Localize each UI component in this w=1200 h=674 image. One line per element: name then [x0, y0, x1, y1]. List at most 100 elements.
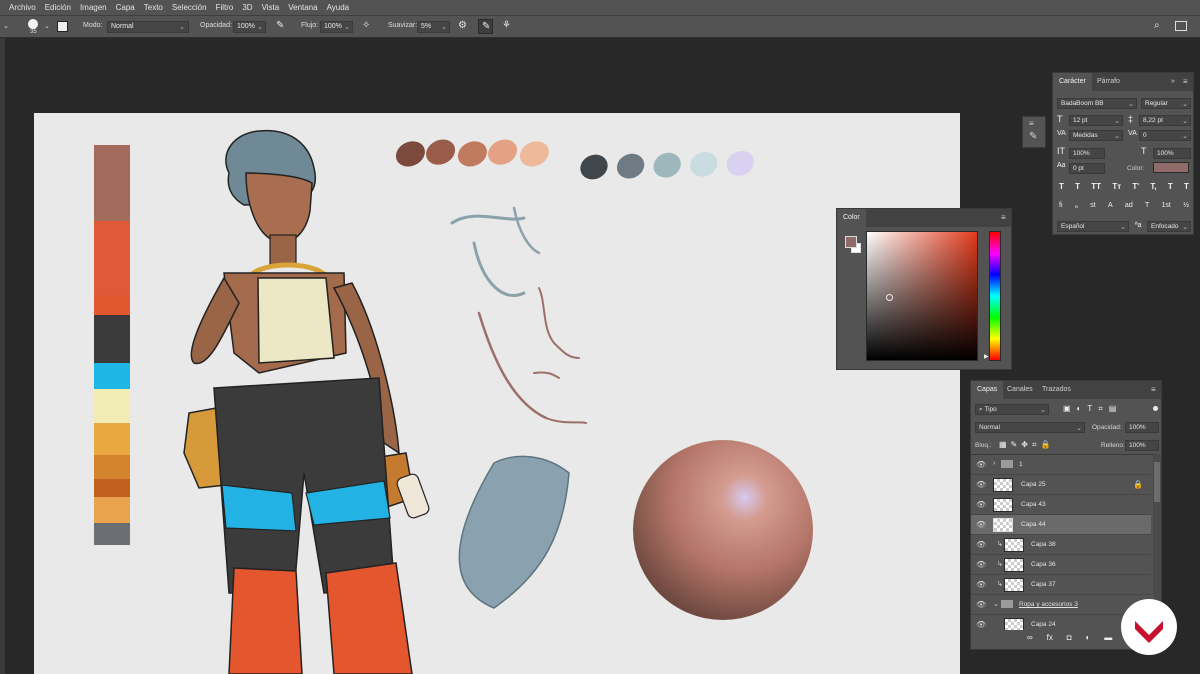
lock-icons[interactable]: ▦✎✥⌗🔒	[999, 440, 1054, 450]
menu-3d[interactable]: 3D	[242, 3, 252, 12]
font-style-select[interactable]: Regular ⌄	[1141, 98, 1191, 109]
panel-menu-icon-small[interactable]: ≡	[1029, 119, 1034, 128]
faux-bold-button[interactable]: T	[1059, 182, 1064, 191]
fx-icon[interactable]: fx	[1047, 633, 1053, 642]
faux-italic-button[interactable]: T	[1075, 182, 1080, 191]
search-icon[interactable]: ⌕	[1154, 20, 1160, 31]
saturation-brightness-field[interactable]	[866, 231, 978, 361]
brush-picker-chevron-icon[interactable]: ⌄	[44, 22, 50, 30]
menu-vista[interactable]: Vista	[262, 3, 280, 12]
tab-paths[interactable]: Trazados	[1036, 381, 1077, 399]
menu-capa[interactable]: Capa	[116, 3, 135, 12]
tracking-field[interactable]: 0 ⌄	[1139, 130, 1191, 141]
brush-settings-icon[interactable]: ✎	[1029, 131, 1037, 142]
adjustment-icon[interactable]: ◐	[1086, 633, 1091, 642]
strikethrough-button[interactable]: T	[1184, 182, 1189, 191]
layer-opacity-field[interactable]: 100%	[1125, 422, 1159, 433]
mask-icon[interactable]: ◘	[1067, 633, 1072, 642]
layer-row-selected[interactable]: 👁 Capa 44	[971, 515, 1151, 535]
symmetry-icon[interactable]: ⚘	[502, 20, 511, 31]
menu-texto[interactable]: Texto	[144, 3, 163, 12]
ligatures-button[interactable]: fi	[1059, 202, 1063, 210]
eye-icon[interactable]: 👁	[976, 580, 986, 589]
menu-ventana[interactable]: Ventana	[288, 3, 317, 12]
eye-icon[interactable]: 👁	[976, 480, 986, 489]
font-family-select[interactable]: BadaBoom BB ⌄	[1057, 98, 1137, 109]
gear-icon[interactable]: ⚙	[458, 20, 467, 31]
alternates-button[interactable]: ℴ	[1075, 202, 1078, 210]
ordinals-button[interactable]: 1st	[1162, 202, 1171, 210]
small-caps-button[interactable]: Tт	[1112, 182, 1121, 191]
layer-filter-icons[interactable]: ▣◐T⌗▤	[1063, 404, 1122, 414]
brush-preview-icon[interactable]	[28, 19, 38, 29]
flow-field[interactable]: 100% ⌄	[320, 21, 353, 33]
layers-scrollbar-thumb[interactable]	[1154, 462, 1160, 502]
kerning-field[interactable]: Medidas ⌄	[1069, 130, 1123, 141]
menu-seleccion[interactable]: Selección	[172, 3, 207, 12]
layers-panel-menu-icon[interactable]: ≡	[1151, 385, 1156, 394]
workspace-icon[interactable]	[1175, 21, 1187, 31]
eye-icon[interactable]: 👁	[976, 540, 986, 549]
expand-chevron-icon[interactable]: ›	[993, 460, 995, 467]
layer-row[interactable]: 👁 ↳ Capa 38	[971, 535, 1151, 555]
menu-filtro[interactable]: Filtro	[216, 3, 234, 12]
layer-row[interactable]: 👁 Capa 25 🔒	[971, 475, 1151, 495]
hue-slider[interactable]	[989, 231, 1001, 361]
layer-row[interactable]: 👁 ↳ Capa 36	[971, 555, 1151, 575]
layer-row[interactable]: 👁 Capa 43	[971, 495, 1151, 515]
fill-field[interactable]: 100%	[1125, 440, 1159, 451]
tab-layers[interactable]: Capas	[971, 381, 1004, 399]
menu-ayuda[interactable]: Ayuda	[327, 3, 350, 12]
opacity-field[interactable]: 100% ⌄	[233, 21, 266, 33]
antialias-select[interactable]: Enfocado ⌄	[1147, 221, 1191, 232]
fractions-button[interactable]: ½	[1183, 202, 1189, 210]
layer-row[interactable]: 👁 ↳ Capa 37	[971, 575, 1151, 595]
eye-icon[interactable]: 👁	[976, 520, 986, 529]
font-size-field[interactable]: 12 pt ⌄	[1069, 115, 1123, 126]
eye-icon[interactable]: 👁	[976, 620, 986, 629]
eye-icon[interactable]: 👁	[976, 560, 986, 569]
horizontal-scale-field[interactable]: 100%	[1153, 148, 1191, 159]
color-panel-title[interactable]: Color	[837, 209, 866, 227]
airbrush-icon[interactable]: ✧	[362, 20, 370, 31]
leading-field[interactable]: 8,22 pt ⌄	[1139, 115, 1191, 126]
document-canvas[interactable]	[34, 113, 960, 674]
eye-icon[interactable]: 👁	[976, 600, 986, 609]
eye-icon[interactable]: 👁	[976, 500, 986, 509]
baseline-shift-field[interactable]: 0 pt	[1069, 163, 1105, 174]
superscript-button[interactable]: T'	[1132, 182, 1139, 191]
pressure-opacity-icon[interactable]: ✎	[276, 20, 284, 31]
underline-button[interactable]: T	[1168, 182, 1173, 191]
filter-toggle-icon[interactable]	[1153, 406, 1158, 411]
link-icon[interactable]: ∞	[1027, 633, 1033, 642]
folder-icon[interactable]: ▬	[1104, 633, 1112, 642]
blend-mode-select[interactable]: Normal ⌄	[975, 422, 1085, 433]
pressure-size-button[interactable]: ✎	[478, 19, 493, 34]
swash-button[interactable]: A	[1108, 202, 1113, 210]
panel-collapse-icon[interactable]: »	[1171, 78, 1175, 85]
expand-chevron-icon[interactable]: ⌄	[993, 600, 999, 608]
menu-imagen[interactable]: Imagen	[80, 3, 107, 12]
stylistic-alternates-button[interactable]: ad	[1125, 202, 1133, 210]
vertical-scale-field[interactable]: 100%	[1069, 148, 1105, 159]
smoothing-field[interactable]: 5% ⌄	[417, 21, 450, 33]
titling-button[interactable]: T	[1145, 202, 1149, 210]
hue-slider-handle-icon[interactable]: ▶	[984, 353, 989, 360]
menu-archivo[interactable]: Archivo	[9, 3, 36, 12]
tab-paragraph[interactable]: Párrafo	[1091, 73, 1126, 91]
language-select[interactable]: Español ⌄	[1057, 221, 1129, 232]
color-panel-menu-icon[interactable]: ≡	[1001, 213, 1006, 222]
subscript-button[interactable]: T,	[1150, 182, 1156, 191]
tab-character[interactable]: Carácter	[1053, 73, 1092, 91]
foreground-color-swatch[interactable]	[845, 236, 857, 248]
mode-select[interactable]: Normal ⌄	[107, 21, 189, 33]
tool-preset-chevron-icon[interactable]: ⌄	[3, 22, 9, 30]
discretionary-ligatures-button[interactable]: st	[1090, 202, 1095, 210]
layer-filter-select[interactable]: ⌕ Tipo ⌄	[975, 404, 1049, 415]
text-color-swatch[interactable]	[1153, 162, 1189, 173]
menu-edicion[interactable]: Edición	[45, 3, 71, 12]
all-caps-button[interactable]: TT	[1091, 182, 1101, 191]
tab-channels[interactable]: Canales	[1001, 381, 1039, 399]
color-picker-cursor[interactable]	[886, 294, 893, 301]
brush-panel-icon[interactable]	[57, 21, 68, 32]
